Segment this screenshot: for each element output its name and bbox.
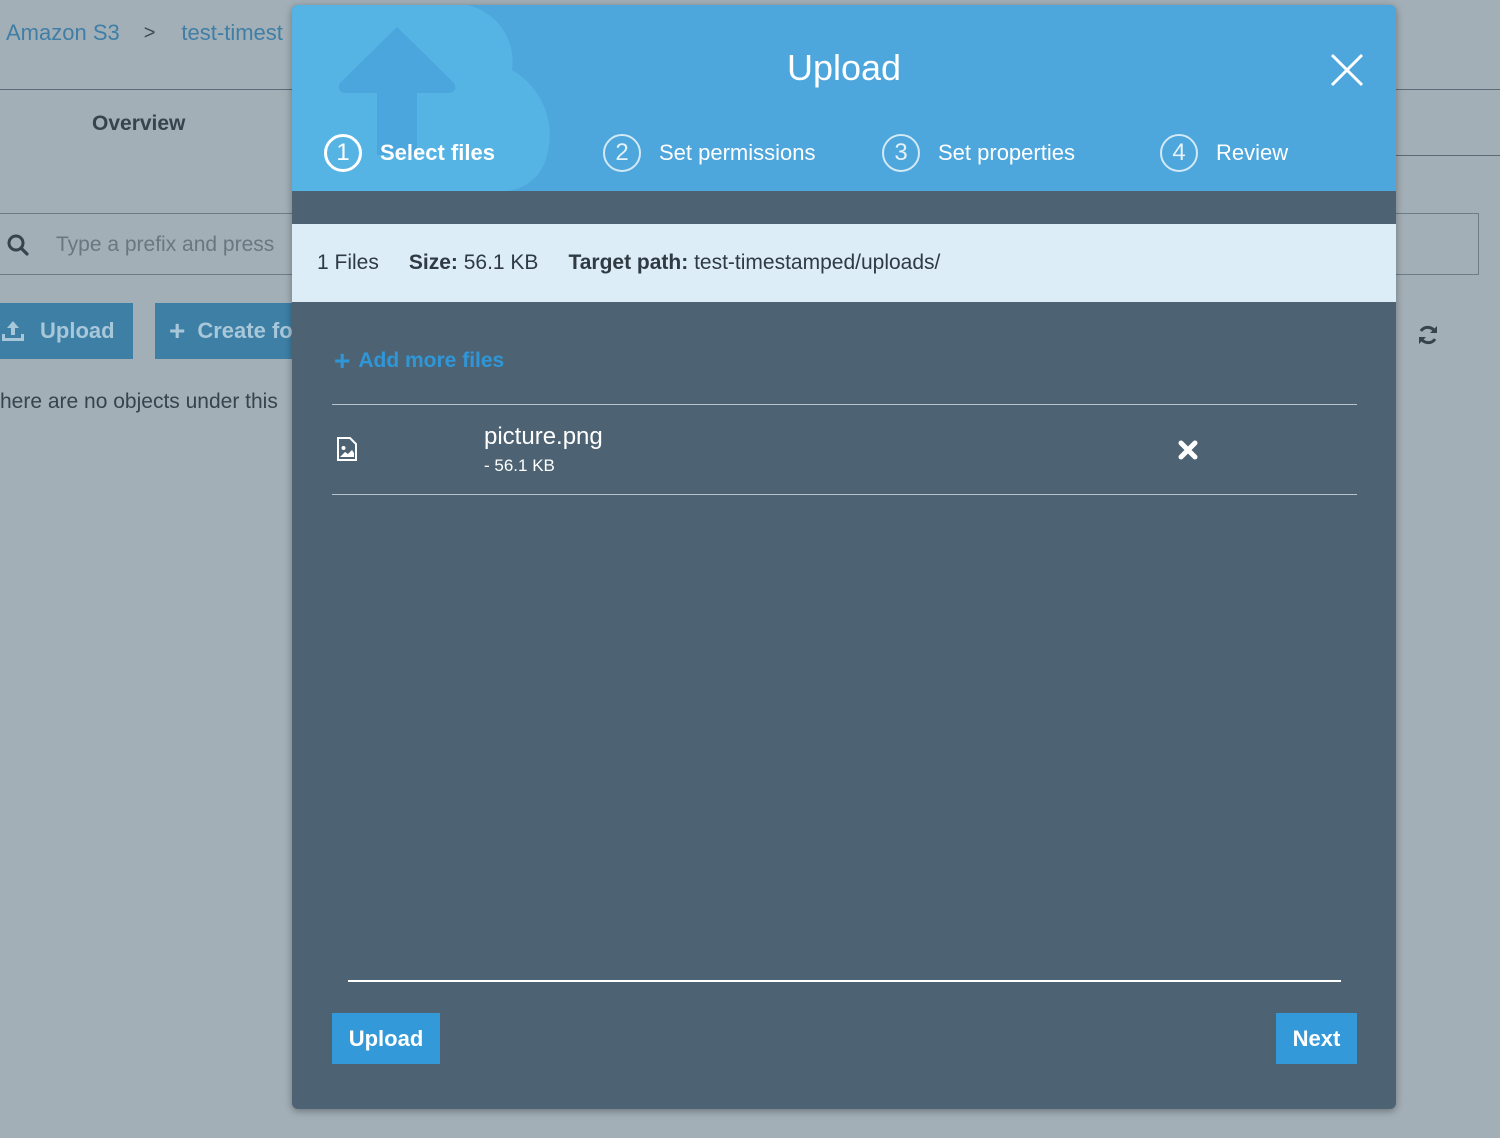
upload-button[interactable]: Upload [332, 1013, 440, 1064]
tab-overview[interactable]: Overview [92, 112, 185, 136]
step-label: Review [1216, 140, 1289, 165]
size-label: Size: [408, 251, 458, 274]
bg-upload-button[interactable]: Upload [0, 303, 133, 359]
file-size: - 56.1 KB [484, 456, 555, 475]
total-size: Size: 56.1 KB [409, 251, 539, 275]
plus-icon: + [169, 315, 186, 346]
target-path-label: Target path: [568, 251, 689, 274]
step-select-files[interactable]: 1 Select files [324, 131, 495, 175]
footer-divider [348, 980, 1341, 982]
step-label: Select files [380, 140, 495, 165]
files-count: 1 Files [317, 251, 379, 274]
add-more-files-link[interactable]: + Add more files [334, 347, 504, 375]
step-set-properties[interactable]: 3 Set properties [882, 131, 1075, 175]
file-name: picture.png [484, 423, 603, 450]
remove-file-icon[interactable] [1177, 439, 1199, 461]
target-path-value: test-timestamped/uploads/ [694, 251, 941, 274]
file-list: picture.png - 56.1 KB [332, 404, 1357, 495]
modal-title: Upload [786, 47, 902, 88]
add-more-files-label: Add more files [358, 349, 505, 372]
close-icon[interactable] [1329, 52, 1365, 88]
upload-icon [2, 321, 24, 341]
bg-upload-label: Upload [40, 318, 115, 343]
modal-header: Upload 1 Select files 2 Set permissions … [292, 5, 1396, 191]
file-row: picture.png - 56.1 KB [332, 404, 1357, 495]
refresh-icon[interactable] [1416, 323, 1440, 347]
step-number: 3 [882, 134, 920, 172]
step-label: Set permissions [659, 140, 816, 165]
create-folder-label: Create fo [197, 318, 293, 343]
step-number: 4 [1160, 134, 1198, 172]
breadcrumb-separator: > [143, 21, 156, 44]
upload-summary: 1 Files Size: 56.1 KB Target path: test-… [292, 224, 1396, 302]
breadcrumb: Amazon S3 > test-timest [6, 20, 283, 46]
upload-modal: Upload 1 Select files 2 Set permissions … [292, 5, 1396, 1109]
breadcrumb-amazon-s3[interactable]: Amazon S3 [6, 20, 120, 46]
step-label: Set properties [938, 140, 1075, 165]
target-path: Target path: test-timestamped/uploads/ [568, 251, 940, 275]
step-set-permissions[interactable]: 2 Set permissions [603, 131, 816, 175]
search-icon [7, 234, 29, 256]
empty-message: here are no objects under this [0, 390, 278, 413]
step-number: 1 [324, 134, 362, 172]
step-review[interactable]: 4 Review [1160, 131, 1288, 175]
image-file-icon [337, 437, 357, 461]
breadcrumb-bucket[interactable]: test-timest [181, 20, 282, 46]
wizard-steps: 1 Select files 2 Set permissions 3 Set p… [292, 131, 1396, 175]
size-value: 56.1 KB [463, 251, 539, 274]
next-button[interactable]: Next [1276, 1013, 1357, 1064]
plus-icon: + [334, 345, 351, 376]
divider [1396, 155, 1500, 156]
step-number: 2 [603, 134, 641, 172]
